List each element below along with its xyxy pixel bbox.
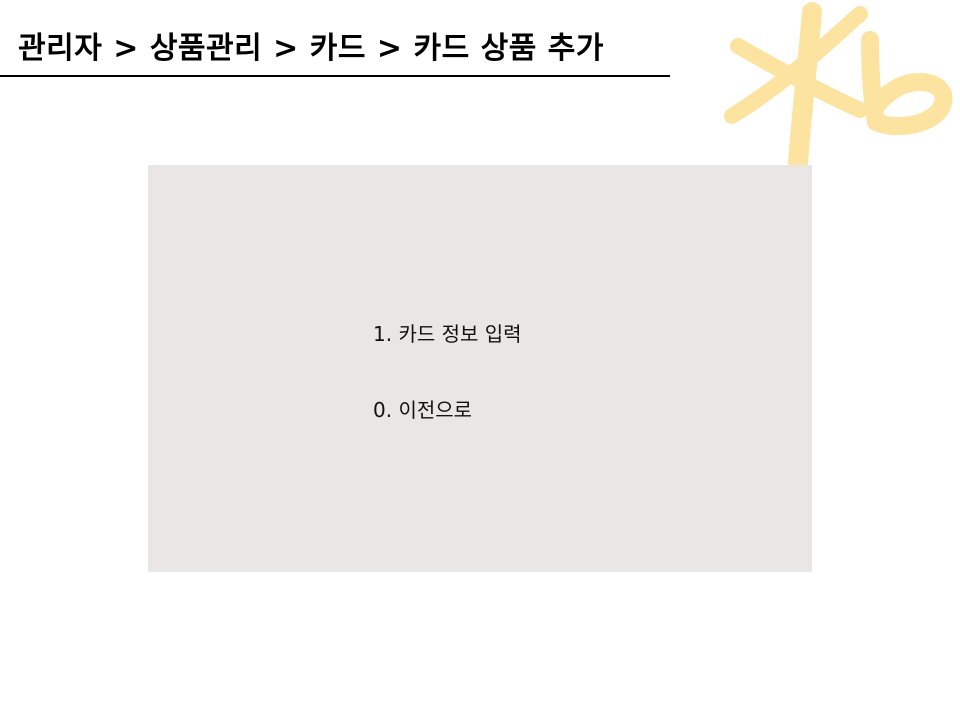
admin-card-add-screen: 관리자 > 상품관리 > 카드 > 카드 상품 추가 1. 카드 정보 입력 0…	[0, 0, 960, 720]
menu-item-go-back[interactable]: 0. 이전으로	[373, 397, 472, 423]
kb-logo	[720, 0, 960, 175]
menu-panel: 1. 카드 정보 입력 0. 이전으로	[148, 165, 812, 572]
breadcrumb: 관리자 > 상품관리 > 카드 > 카드 상품 추가	[18, 31, 604, 66]
title-underline	[0, 75, 670, 77]
menu-item-card-info-input[interactable]: 1. 카드 정보 입력	[373, 321, 522, 347]
